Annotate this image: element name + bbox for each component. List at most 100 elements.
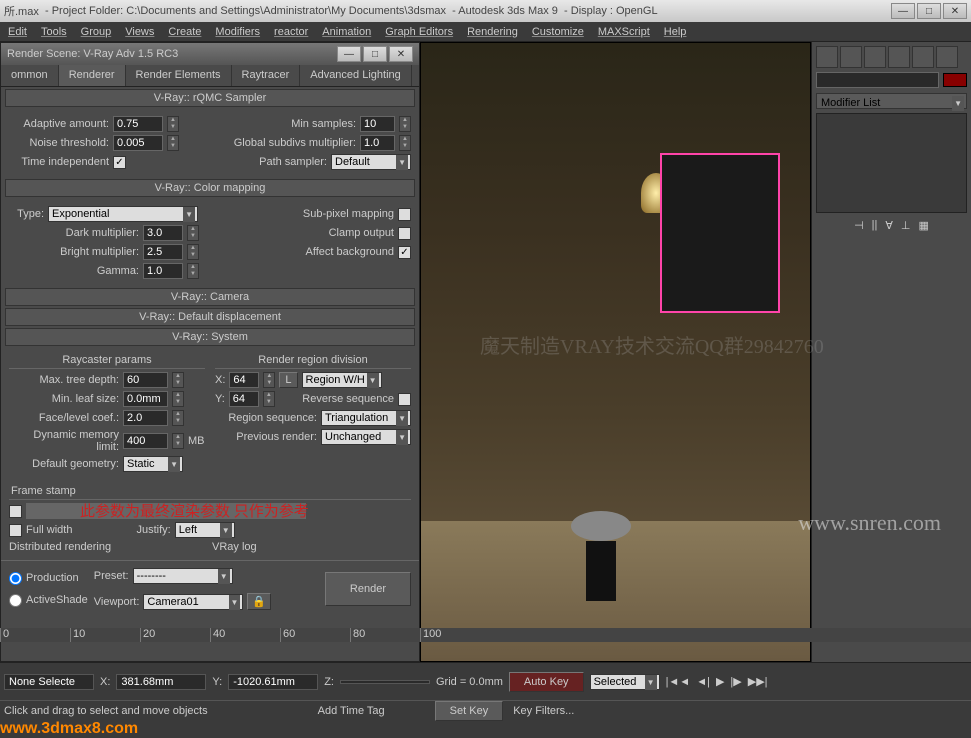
max-tree-spinner[interactable]: ▲▼ <box>172 372 184 388</box>
bright-mult-input[interactable]: 2.5 <box>143 244 183 260</box>
y-input[interactable]: 64 <box>229 391 259 407</box>
viewport-dropdown[interactable]: Camera01 <box>143 594 243 610</box>
subpixel-checkbox[interactable] <box>398 208 411 221</box>
noise-threshold-input[interactable]: 0.005 <box>113 135 163 151</box>
play-end-icon[interactable]: ▶▶| <box>748 675 768 688</box>
y-spinner[interactable]: ▲▼ <box>263 391 275 407</box>
dialog-titlebar[interactable]: Render Scene: V-Ray Adv 1.5 RC3 — □ ✕ <box>1 43 419 65</box>
coord-z-input[interactable] <box>340 680 430 684</box>
menu-create[interactable]: Create <box>168 26 201 38</box>
min-leaf-spinner[interactable]: ▲▼ <box>172 391 184 407</box>
tab-renderer[interactable]: Renderer <box>59 65 126 86</box>
play-icon[interactable]: ▶ <box>716 675 724 688</box>
adaptive-amount-spinner[interactable]: ▲▼ <box>167 116 179 132</box>
x-spinner[interactable]: ▲▼ <box>263 372 275 388</box>
region-seq-dropdown[interactable]: Triangulation <box>321 410 411 426</box>
region-wh-dropdown[interactable]: Region W/H <box>302 372 382 388</box>
justify-dropdown[interactable]: Left <box>175 522 235 538</box>
object-name-input[interactable] <box>816 72 939 88</box>
pin-stack-icon[interactable]: ⊣ <box>854 219 864 232</box>
prev-render-dropdown[interactable]: Unchanged <box>321 429 411 445</box>
dark-mult-input[interactable]: 3.0 <box>143 225 183 241</box>
modifier-list-dropdown[interactable]: Modifier List <box>816 93 967 109</box>
affect-bg-checkbox[interactable]: ✓ <box>398 246 411 259</box>
face-coef-spinner[interactable]: ▲▼ <box>172 410 184 426</box>
full-width-checkbox[interactable] <box>9 524 22 537</box>
menu-group[interactable]: Group <box>81 26 112 38</box>
min-leaf-input[interactable]: 0.0mm <box>123 391 168 407</box>
show-result-icon[interactable]: || <box>872 219 878 232</box>
rollout-system[interactable]: V-Ray:: System <box>5 328 415 346</box>
hierarchy-tab[interactable] <box>864 46 886 68</box>
dialog-maximize-button[interactable]: □ <box>363 46 387 62</box>
maximize-button[interactable]: □ <box>917 3 941 19</box>
menu-edit[interactable]: Edit <box>8 26 27 38</box>
utilities-tab[interactable] <box>936 46 958 68</box>
tab-raytracer[interactable]: Raytracer <box>232 65 301 86</box>
menu-rendering[interactable]: Rendering <box>467 26 518 38</box>
menu-help[interactable]: Help <box>664 26 687 38</box>
menu-maxscript[interactable]: MAXScript <box>598 26 650 38</box>
gamma-input[interactable]: 1.0 <box>143 263 183 279</box>
keyfilters-button[interactable]: Key Filters... <box>513 705 574 717</box>
dyn-mem-input[interactable]: 400 <box>123 433 168 449</box>
max-tree-input[interactable]: 60 <box>123 372 168 388</box>
min-samples-spinner[interactable]: ▲▼ <box>399 116 411 132</box>
production-radio[interactable] <box>9 572 22 585</box>
min-samples-input[interactable]: 10 <box>360 116 395 132</box>
global-subdivs-spinner[interactable]: ▲▼ <box>399 135 411 151</box>
menu-views[interactable]: Views <box>125 26 154 38</box>
setkey-button[interactable]: Set Key <box>435 701 504 721</box>
autokey-button[interactable]: Auto Key <box>509 672 584 692</box>
global-subdivs-input[interactable]: 1.0 <box>360 135 395 151</box>
tab-render-elements[interactable]: Render Elements <box>126 65 232 86</box>
rollout-camera[interactable]: V-Ray:: Camera <box>5 288 415 306</box>
lr-button[interactable]: L <box>279 372 297 388</box>
play-next-icon[interactable]: |▶ <box>730 675 741 688</box>
x-input[interactable]: 64 <box>229 372 259 388</box>
menu-tools[interactable]: Tools <box>41 26 67 38</box>
minimize-button[interactable]: — <box>891 3 915 19</box>
menu-reactor[interactable]: reactor <box>274 26 308 38</box>
close-button[interactable]: ✕ <box>943 3 967 19</box>
dyn-mem-spinner[interactable]: ▲▼ <box>172 433 184 449</box>
configure-icon[interactable]: ▦ <box>919 219 929 232</box>
type-dropdown[interactable]: Exponential <box>48 206 198 222</box>
object-color-swatch[interactable] <box>943 73 967 87</box>
play-prev-icon[interactable]: ◄| <box>696 676 710 688</box>
modifier-stack[interactable] <box>816 113 967 213</box>
reverse-checkbox[interactable] <box>398 393 411 406</box>
rollout-color-mapping[interactable]: V-Ray:: Color mapping <box>5 179 415 197</box>
time-ruler[interactable]: 0 10 20 40 60 80 100 <box>0 628 971 642</box>
menu-customize[interactable]: Customize <box>532 26 584 38</box>
viewport[interactable]: View <box>420 42 811 662</box>
menu-graph-editors[interactable]: Graph Editors <box>385 26 453 38</box>
play-start-icon[interactable]: |◄◄ <box>666 676 691 688</box>
dialog-minimize-button[interactable]: — <box>337 46 361 62</box>
create-tab[interactable] <box>816 46 838 68</box>
dialog-close-button[interactable]: ✕ <box>389 46 413 62</box>
rollout-displacement[interactable]: V-Ray:: Default displacement <box>5 308 415 326</box>
coord-y-input[interactable]: -1020.61mm <box>228 674 318 690</box>
add-time-tag[interactable]: Add Time Tag <box>318 705 385 717</box>
display-tab[interactable] <box>912 46 934 68</box>
make-unique-icon[interactable]: ∀ <box>885 219 893 232</box>
activeshade-radio[interactable] <box>9 594 22 607</box>
menu-animation[interactable]: Animation <box>322 26 371 38</box>
clamp-checkbox[interactable] <box>398 227 411 240</box>
frame-stamp-checkbox[interactable] <box>9 505 22 518</box>
tab-advanced-lighting[interactable]: Advanced Lighting <box>300 65 412 86</box>
noise-threshold-spinner[interactable]: ▲▼ <box>167 135 179 151</box>
coord-x-input[interactable]: 381.68mm <box>116 674 206 690</box>
tab-common[interactable]: ommon <box>1 65 59 86</box>
adaptive-amount-input[interactable]: 0.75 <box>113 116 163 132</box>
motion-tab[interactable] <box>888 46 910 68</box>
preset-dropdown[interactable]: -------- <box>133 568 233 584</box>
dark-mult-spinner[interactable]: ▲▼ <box>187 225 199 241</box>
path-sampler-dropdown[interactable]: Default <box>331 154 411 170</box>
remove-mod-icon[interactable]: ⊥ <box>901 219 911 232</box>
keymode-dropdown[interactable]: Selected <box>590 674 660 690</box>
menu-modifiers[interactable]: Modifiers <box>215 26 260 38</box>
lock-button[interactable]: 🔒 <box>247 593 271 610</box>
modify-tab[interactable] <box>840 46 862 68</box>
